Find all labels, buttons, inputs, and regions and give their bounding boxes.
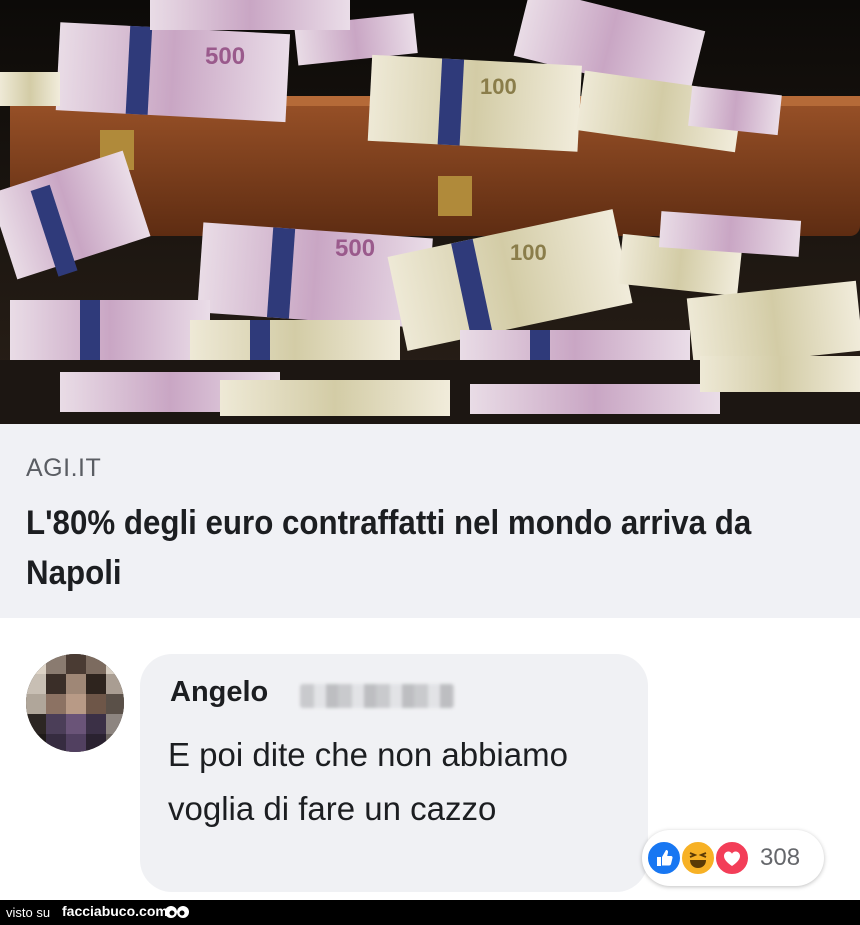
- svg-text:500: 500: [335, 235, 375, 262]
- comment-bubble: Angelo E poi dite che non abbiamo voglia…: [140, 654, 648, 892]
- svg-text:100: 100: [480, 74, 517, 99]
- svg-text:500: 500: [205, 43, 245, 70]
- link-domain: AGI.IT: [26, 454, 102, 482]
- comment-author[interactable]: Angelo: [170, 676, 268, 709]
- link-headline[interactable]: L'80% degli euro contraffatti nel mondo …: [26, 498, 771, 598]
- haha-icon: [680, 840, 716, 876]
- love-icon: [714, 840, 750, 876]
- blurred-surname: [300, 684, 454, 708]
- watermark-brand[interactable]: facciabuco.com: [62, 903, 168, 919]
- watermark-prefix: visto su: [6, 905, 51, 920]
- comment: Angelo E poi dite che non abbiamo voglia…: [0, 618, 860, 900]
- reactions-summary[interactable]: 308: [642, 830, 824, 886]
- reaction-count: 308: [760, 844, 801, 871]
- svg-text:100: 100: [510, 240, 547, 265]
- link-preview-card[interactable]: AGI.IT L'80% degli euro contraffatti nel…: [0, 424, 860, 618]
- avatar[interactable]: [26, 654, 124, 752]
- like-icon: [646, 840, 682, 876]
- watermark-bar: visto su facciabuco.com: [0, 900, 860, 925]
- pixelated-avatar-image: [26, 654, 124, 752]
- facciabuco-logo-icon: [165, 906, 189, 918]
- comment-text: E poi dite che non abbiamo voglia di far…: [168, 736, 568, 827]
- money-briefcase-image: 100 500 500 100: [0, 0, 860, 424]
- post-image[interactable]: 100 500 500 100: [0, 0, 860, 424]
